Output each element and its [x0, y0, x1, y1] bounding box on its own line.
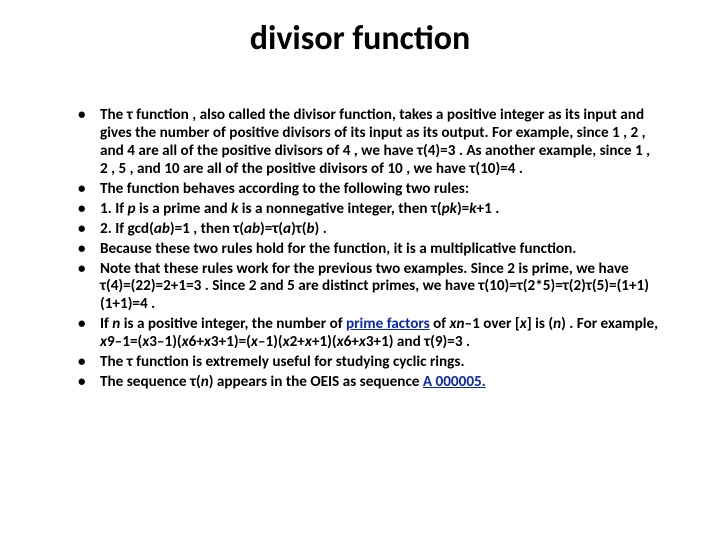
list-item: 1. If p is a prime and k is a nonnegativ…: [78, 201, 660, 219]
list-item: The function behaves according to the fo…: [78, 181, 660, 199]
list-item: Note that these rules work for the previ…: [78, 261, 660, 315]
list-item: The τ function , also called the divisor…: [78, 107, 660, 179]
list-item: 2. If gcd(ab)=1 , then τ(ab)=τ(a)τ(b) .: [78, 221, 660, 239]
page-title: divisor function: [60, 18, 660, 59]
bullet-list: The τ function , also called the divisor…: [60, 107, 660, 392]
list-item: Because these two rules hold for the fun…: [78, 241, 660, 259]
slide: divisor function The τ function , also c…: [0, 0, 720, 540]
list-item: The sequence τ(n) appears in the OEIS as…: [78, 374, 660, 392]
list-item: If n is a positive integer, the number o…: [78, 316, 660, 352]
list-item: The τ function is extremely useful for s…: [78, 354, 660, 372]
